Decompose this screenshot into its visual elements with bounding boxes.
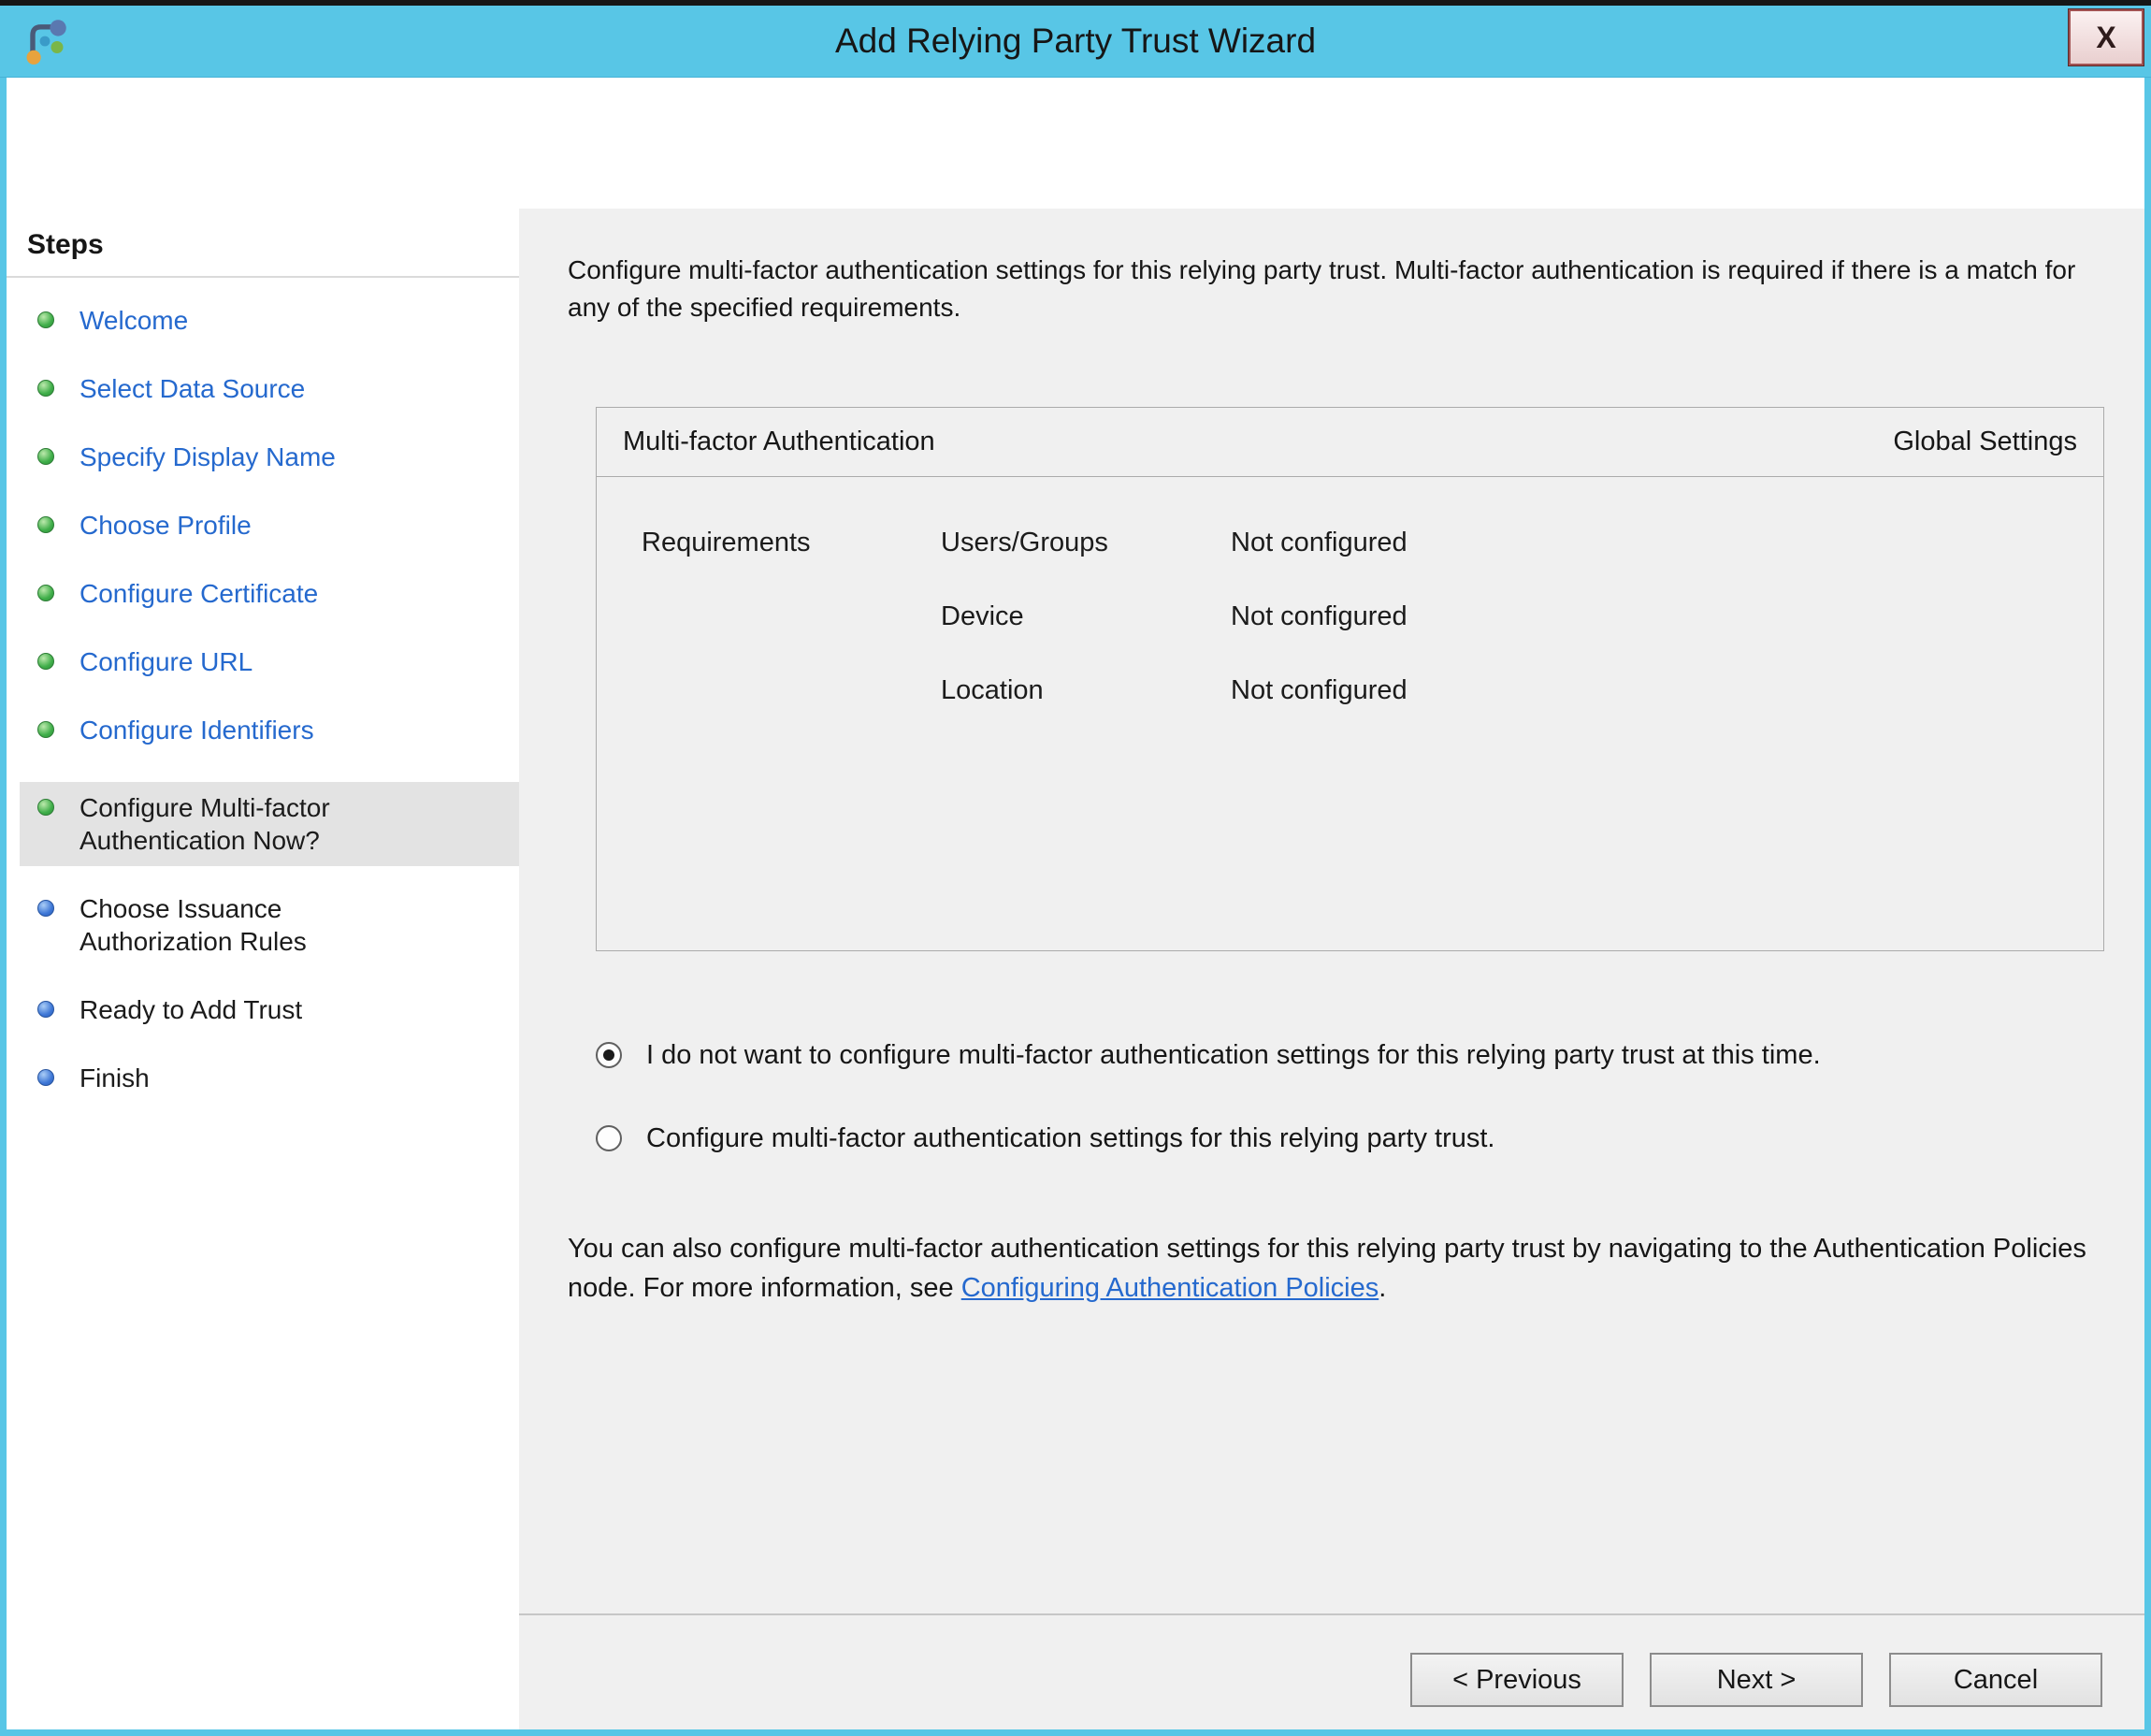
requirement-value: Not configured [1231,675,1408,706]
step-label: Configure Multi-factor Authentication No… [79,791,416,857]
mfa-settings-table: Multi-factor Authentication Global Setti… [596,407,2104,951]
wizard-window: Add Relying Party Trust Wizard X Steps W… [0,0,2151,1736]
step-configure-url[interactable]: Configure URL [20,645,519,678]
main-panel: Configure multi-factor authentication se… [519,209,2144,1729]
step-upcoming-icon [37,1001,54,1018]
step-upcoming-icon [37,1069,54,1086]
step-label: Configure Certificate [79,577,318,610]
header-strip [7,78,2144,209]
step-ready-to-add-trust: Ready to Add Trust [20,993,519,1026]
step-configure-identifiers[interactable]: Configure Identifiers [20,714,519,746]
mfa-table-body: Requirements Users/Groups Not configured… [597,477,2103,706]
requirement-name: Location [941,675,1231,706]
configuring-authentication-policies-link[interactable]: Configuring Authentication Policies [961,1273,1379,1303]
requirement-value: Not configured [1231,601,1408,632]
global-settings-label: Global Settings [1893,427,2077,457]
radio-option-label: Configure multi-factor authentication se… [646,1123,1494,1154]
step-choose-profile[interactable]: Choose Profile [20,509,519,542]
step-configure-mfa-now: Configure Multi-factor Authentication No… [20,782,519,866]
step-label: Finish [79,1062,150,1094]
step-done-icon [37,721,54,738]
step-upcoming-icon [37,900,54,917]
radio-selected-icon[interactable] [596,1042,622,1068]
step-done-icon [37,653,54,670]
step-label: Configure Identifiers [79,714,314,746]
step-done-icon [37,516,54,533]
step-configure-certificate[interactable]: Configure Certificate [20,577,519,610]
step-done-icon [37,311,54,328]
close-button[interactable]: X [2069,9,2144,65]
button-bar: < Previous Next > Cancel [1410,1653,2102,1707]
step-done-icon [37,585,54,601]
step-finish: Finish [20,1062,519,1094]
wizard-content: Steps Welcome Select Data Source Specify… [0,78,2151,1736]
previous-button[interactable]: < Previous [1410,1653,1624,1707]
radio-no-mfa-option[interactable]: I do not want to configure multi-factor … [596,1040,2102,1071]
step-label: Configure URL [79,645,253,678]
step-select-data-source[interactable]: Select Data Source [20,372,519,405]
footer-note: You can also configure multi-factor auth… [568,1229,2102,1308]
radio-configure-mfa-option[interactable]: Configure multi-factor authentication se… [596,1123,2102,1154]
button-bar-separator [519,1613,2144,1615]
step-choose-issuance-authorization-rules: Choose Issuance Authorization Rules [20,892,519,958]
window-title: Add Relying Party Trust Wizard [0,22,2151,61]
step-welcome[interactable]: Welcome [20,304,519,337]
requirement-name: Users/Groups [941,528,1231,558]
cancel-button[interactable]: Cancel [1889,1653,2102,1707]
radio-unselected-icon[interactable] [596,1125,622,1151]
step-label: Ready to Add Trust [79,993,302,1026]
step-label: Welcome [79,304,188,337]
step-label: Choose Profile [79,509,252,542]
steps-heading: Steps [7,209,519,278]
step-label: Select Data Source [79,372,305,405]
step-current-icon [37,799,54,816]
step-specify-display-name[interactable]: Specify Display Name [20,441,519,473]
intro-text: Configure multi-factor authentication se… [568,252,2102,326]
mfa-table-title: Multi-factor Authentication [623,427,935,457]
step-label: Specify Display Name [79,441,336,473]
step-done-icon [37,448,54,465]
mfa-table-header: Multi-factor Authentication Global Setti… [597,408,2103,477]
next-button[interactable]: Next > [1650,1653,1863,1707]
step-label: Choose Issuance Authorization Rules [79,892,416,958]
radio-option-label: I do not want to configure multi-factor … [646,1040,1821,1071]
requirements-rows: Users/Groups Not configured Device Not c… [941,528,1408,706]
step-done-icon [37,380,54,397]
titlebar: Add Relying Party Trust Wizard X [0,6,2151,78]
footer-note-period: . [1379,1273,1386,1303]
requirement-name: Device [941,601,1231,632]
steps-sidebar: Steps Welcome Select Data Source Specify… [7,209,519,1729]
steps-list: Welcome Select Data Source Specify Displ… [7,278,519,1094]
requirements-label: Requirements [642,528,941,706]
requirement-value: Not configured [1231,528,1408,558]
